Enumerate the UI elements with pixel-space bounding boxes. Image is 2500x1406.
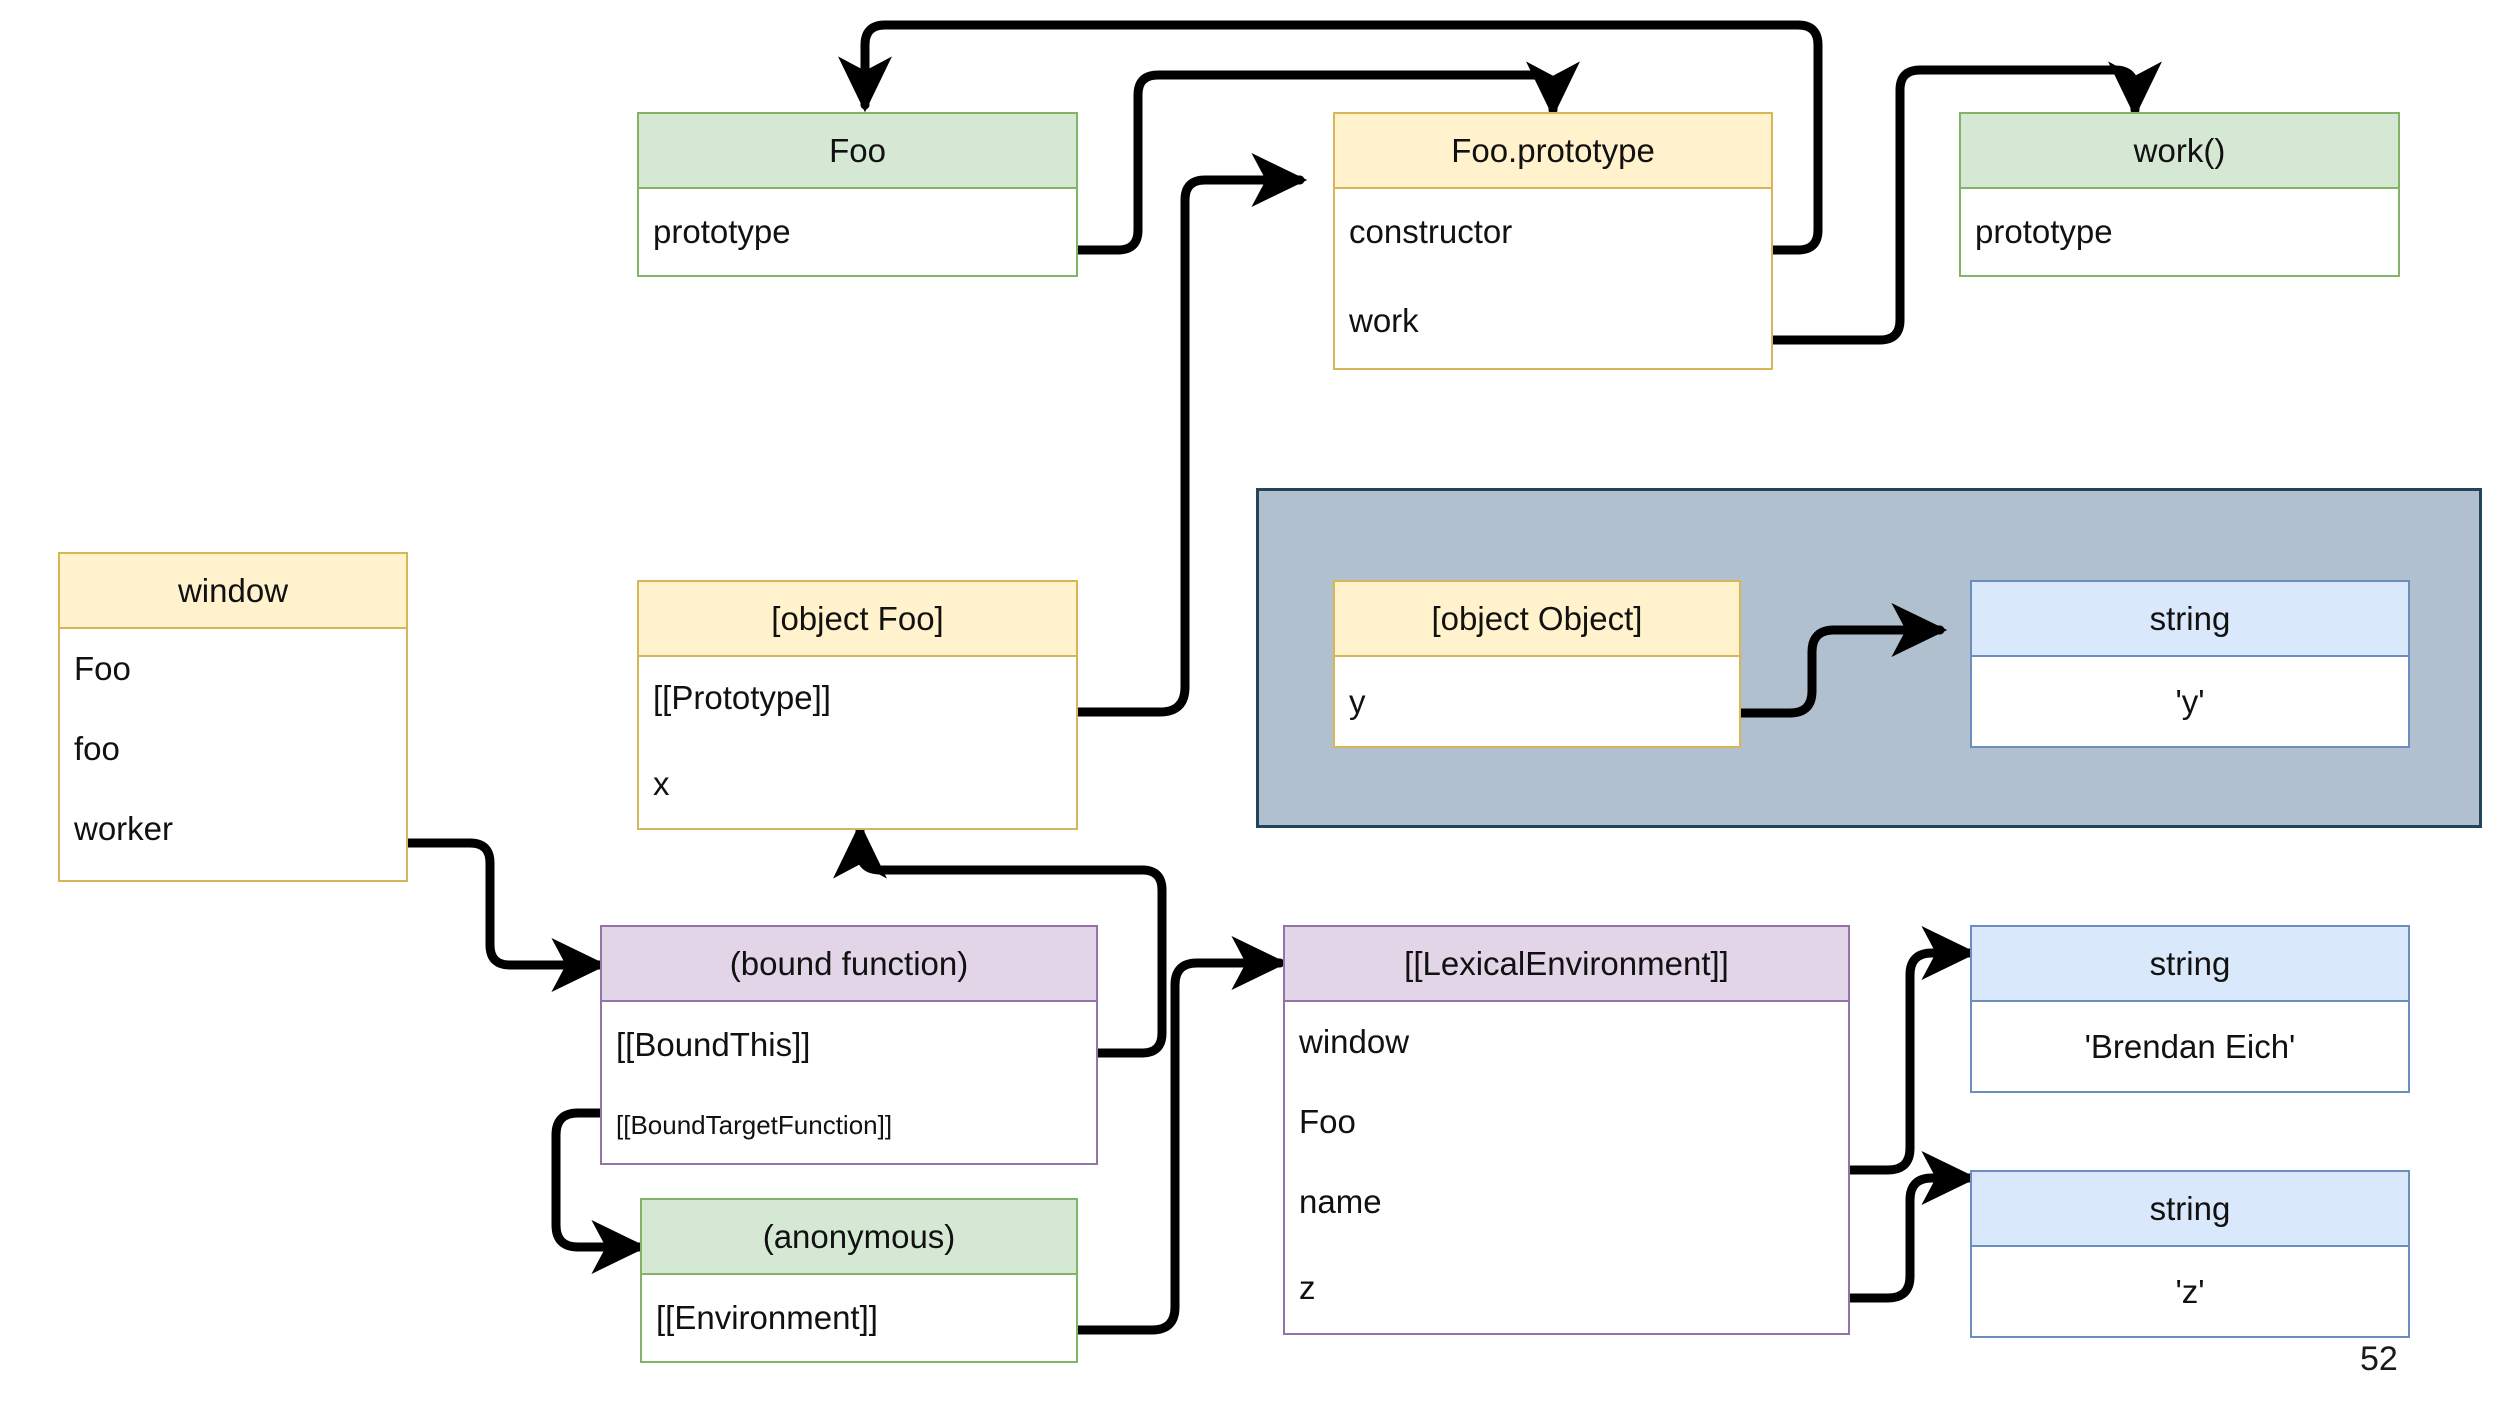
node-work-function-row-prototype[interactable]: prototype xyxy=(1961,189,2398,275)
node-window-body: Foo foo worker xyxy=(60,629,406,880)
node-string-brendan-eich-body: 'Brendan Eich' xyxy=(1972,1002,2408,1091)
page-number: 52 xyxy=(2360,1340,2398,1378)
node-work-function-body: prototype xyxy=(1961,189,2398,275)
node-bound-function-row-bound-target[interactable]: [[BoundTargetFunction]] xyxy=(602,1087,1096,1163)
node-string-z-title: string xyxy=(1972,1172,2408,1247)
node-object-foo[interactable]: [object Foo] [[Prototype]] x xyxy=(637,580,1078,830)
node-string-z[interactable]: string 'z' xyxy=(1970,1170,2410,1338)
node-object-object-body: y xyxy=(1335,657,1739,746)
node-object-foo-body: [[Prototype]] x xyxy=(639,657,1076,828)
node-object-foo-row-x[interactable]: x xyxy=(639,739,1076,828)
node-string-y-row-value: 'y' xyxy=(2175,682,2205,720)
edge-lexical-name xyxy=(1845,926,1978,1175)
node-foo-prototype-row-work[interactable]: work xyxy=(1335,274,1771,368)
node-bound-function-body: [[BoundThis]] [[BoundTargetFunction]] xyxy=(602,1002,1096,1163)
node-string-z-row-value: 'z' xyxy=(2175,1272,2205,1310)
node-anonymous-function[interactable]: (anonymous) [[Environment]] xyxy=(640,1198,1078,1363)
node-work-function-title: work() xyxy=(1961,114,2398,189)
node-lexical-environment[interactable]: [[LexicalEnvironment]] window Foo name z xyxy=(1283,925,1850,1335)
node-foo-prototype-title: Foo.prototype xyxy=(1335,114,1771,189)
node-string-y-title: string xyxy=(1972,582,2408,657)
node-object-foo-title: [object Foo] xyxy=(639,582,1076,657)
node-foo-prototype-body: constructor work xyxy=(1335,189,1771,368)
node-lexical-environment-title: [[LexicalEnvironment]] xyxy=(1285,927,1848,1002)
node-string-brendan-eich[interactable]: string 'Brendan Eich' xyxy=(1970,925,2410,1093)
node-object-foo-row-prototype-slot[interactable]: [[Prototype]] xyxy=(639,657,1076,739)
node-window[interactable]: window Foo foo worker xyxy=(58,552,408,882)
edge-lexical-z xyxy=(1845,1151,1978,1303)
node-lexical-environment-body: window Foo name z xyxy=(1285,1002,1848,1333)
node-string-brendan-eich-title: string xyxy=(1972,927,2408,1002)
node-work-function[interactable]: work() prototype xyxy=(1959,112,2400,277)
node-foo-body: prototype xyxy=(639,189,1076,275)
node-object-object-row-y[interactable]: y xyxy=(1335,657,1739,746)
node-foo[interactable]: Foo prototype xyxy=(637,112,1078,277)
node-foo-title: Foo xyxy=(639,114,1076,189)
node-string-y-body: 'y' xyxy=(1972,657,2408,746)
node-lexical-environment-row-foo[interactable]: Foo xyxy=(1285,1082,1848,1162)
node-string-brendan-eich-row-value: 'Brendan Eich' xyxy=(2084,1027,2296,1065)
node-object-object[interactable]: [object Object] y xyxy=(1333,580,1741,748)
node-anonymous-function-row-environment[interactable]: [[Environment]] xyxy=(642,1275,1076,1361)
node-foo-row-prototype[interactable]: prototype xyxy=(639,189,1076,275)
node-anonymous-function-title: (anonymous) xyxy=(642,1200,1076,1275)
node-foo-prototype-row-constructor[interactable]: constructor xyxy=(1335,189,1771,274)
node-window-title: window xyxy=(60,554,406,629)
edge-anon-environment xyxy=(1073,936,1288,1335)
node-lexical-environment-row-name[interactable]: name xyxy=(1285,1162,1848,1242)
node-string-z-body: 'z' xyxy=(1972,1247,2408,1336)
node-bound-function-row-bound-this[interactable]: [[BoundThis]] xyxy=(602,1002,1096,1087)
node-bound-function[interactable]: (bound function) [[BoundThis]] [[BoundTa… xyxy=(600,925,1098,1165)
node-lexical-environment-row-window[interactable]: window xyxy=(1285,1002,1848,1082)
node-string-y[interactable]: string 'y' xyxy=(1970,580,2410,748)
edge-worker-to-bound xyxy=(403,838,608,992)
node-window-row-worker[interactable]: worker xyxy=(60,789,406,869)
node-window-row-foo-ctor[interactable]: Foo xyxy=(60,629,406,709)
node-foo-prototype[interactable]: Foo.prototype constructor work xyxy=(1333,112,1773,370)
diagram-canvas: Foo prototype Foo.prototype constructor … xyxy=(0,0,2500,1406)
node-bound-function-title: (bound function) xyxy=(602,927,1096,1002)
node-window-row-foo-instance[interactable]: foo xyxy=(60,709,406,789)
node-anonymous-function-body: [[Environment]] xyxy=(642,1275,1076,1361)
node-lexical-environment-row-z[interactable]: z xyxy=(1285,1242,1848,1333)
node-object-object-title: [object Object] xyxy=(1335,582,1739,657)
